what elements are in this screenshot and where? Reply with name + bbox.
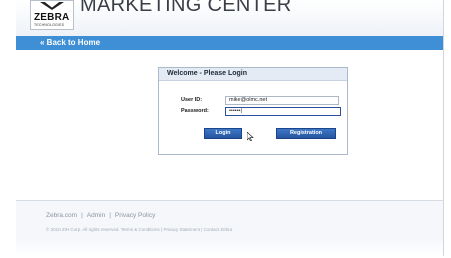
app-window: ZEBRA TECHNOLOGIES MARKETING CENTER « Ba…	[16, 0, 444, 256]
logo-subtext: TECHNOLOGIES	[34, 23, 65, 27]
footer-link-admin[interactable]: Admin	[87, 212, 105, 219]
main-content: Welcome - Please Login User ID: mike@olm…	[16, 50, 443, 200]
copyright-text: © 2010 ZIH Corp. All rights reserved. Te…	[46, 227, 233, 232]
bottom-shade	[16, 238, 443, 256]
footer-nav: Zebra.com | Admin | Privacy Policy	[46, 212, 155, 219]
zebra-logo: ZEBRA TECHNOLOGIES	[30, 0, 74, 30]
user-id-field[interactable]: mike@olmc.net	[225, 96, 339, 105]
password-field[interactable]: ••••••|	[225, 107, 341, 116]
mouse-cursor-icon	[247, 132, 254, 141]
login-button[interactable]: Login	[204, 128, 242, 139]
login-title: Welcome - Please Login	[167, 70, 248, 77]
zebra-head-icon	[40, 2, 64, 10]
header: ZEBRA TECHNOLOGIES MARKETING CENTER	[16, 0, 443, 36]
footer-separator: |	[81, 212, 83, 219]
page-title: MARKETING CENTER	[80, 0, 292, 16]
login-panel-header: Welcome - Please Login	[159, 68, 347, 81]
back-to-home-link[interactable]: « Back to Home	[40, 38, 100, 47]
footer-link-privacy[interactable]: Privacy Policy	[115, 212, 155, 219]
footer-link-zebra[interactable]: Zebra.com	[46, 212, 77, 219]
logo-word: ZEBRA	[34, 12, 70, 23]
login-panel: Welcome - Please Login User ID: mike@olm…	[158, 67, 348, 155]
footer-divider	[16, 200, 443, 201]
registration-button[interactable]: Registration	[276, 128, 336, 139]
user-id-label: User ID:	[181, 97, 203, 103]
password-label: Password:	[181, 108, 209, 114]
footer-separator: |	[109, 212, 111, 219]
